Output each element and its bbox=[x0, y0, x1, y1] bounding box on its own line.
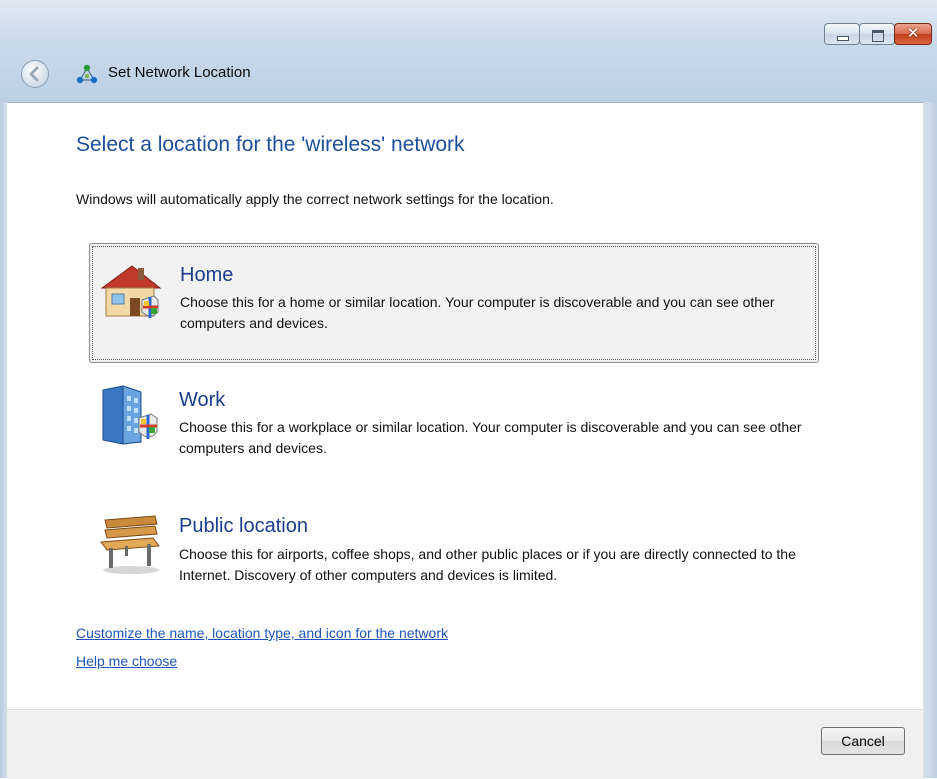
frame-left bbox=[0, 102, 7, 778]
page-heading: Select a location for the 'wireless' net… bbox=[76, 133, 465, 156]
home-icon bbox=[100, 265, 162, 318]
content-area: Select a location for the 'wireless' net… bbox=[7, 103, 923, 709]
dialog-window: ✕ Set Network Location Select a location… bbox=[0, 0, 937, 779]
option-work-description: Choose this for a workplace or similar l… bbox=[179, 419, 802, 456]
cancel-button[interactable]: Cancel bbox=[821, 727, 905, 755]
customize-network-link[interactable]: Customize the name, location type, and i… bbox=[76, 625, 448, 641]
help-me-choose-link[interactable]: Help me choose bbox=[76, 653, 177, 669]
option-public-title: Public location bbox=[179, 515, 308, 537]
option-work[interactable]: Work Choose this for a workplace or simi… bbox=[89, 384, 819, 474]
option-home-description: Choose this for a home or similar locati… bbox=[180, 294, 775, 331]
close-button[interactable]: ✕ bbox=[894, 23, 932, 45]
minimize-icon bbox=[837, 36, 849, 41]
footer-bar: Cancel bbox=[7, 709, 923, 779]
option-public-description: Choose this for airports, coffee shops, … bbox=[179, 546, 796, 583]
option-home[interactable]: Home Choose this for a home or similar l… bbox=[89, 243, 819, 363]
maximize-button[interactable] bbox=[859, 23, 895, 45]
option-work-title: Work bbox=[179, 389, 226, 411]
maximize-icon bbox=[872, 30, 884, 42]
intro-text: Windows will automatically apply the cor… bbox=[76, 191, 554, 207]
option-home-title: Home bbox=[180, 264, 234, 286]
minimize-button[interactable] bbox=[824, 23, 860, 45]
park-bench-icon bbox=[100, 515, 160, 574]
frame-right bbox=[923, 102, 937, 778]
back-arrow-icon bbox=[29, 66, 39, 82]
close-icon: ✕ bbox=[906, 25, 920, 42]
option-public-location[interactable]: Public location Choose this for airports… bbox=[89, 510, 819, 610]
network-icon bbox=[76, 64, 98, 84]
title-bar: ✕ Set Network Location bbox=[0, 0, 937, 103]
back-button[interactable] bbox=[21, 60, 49, 88]
window-title: Set Network Location bbox=[108, 64, 251, 81]
office-building-icon bbox=[102, 385, 158, 445]
